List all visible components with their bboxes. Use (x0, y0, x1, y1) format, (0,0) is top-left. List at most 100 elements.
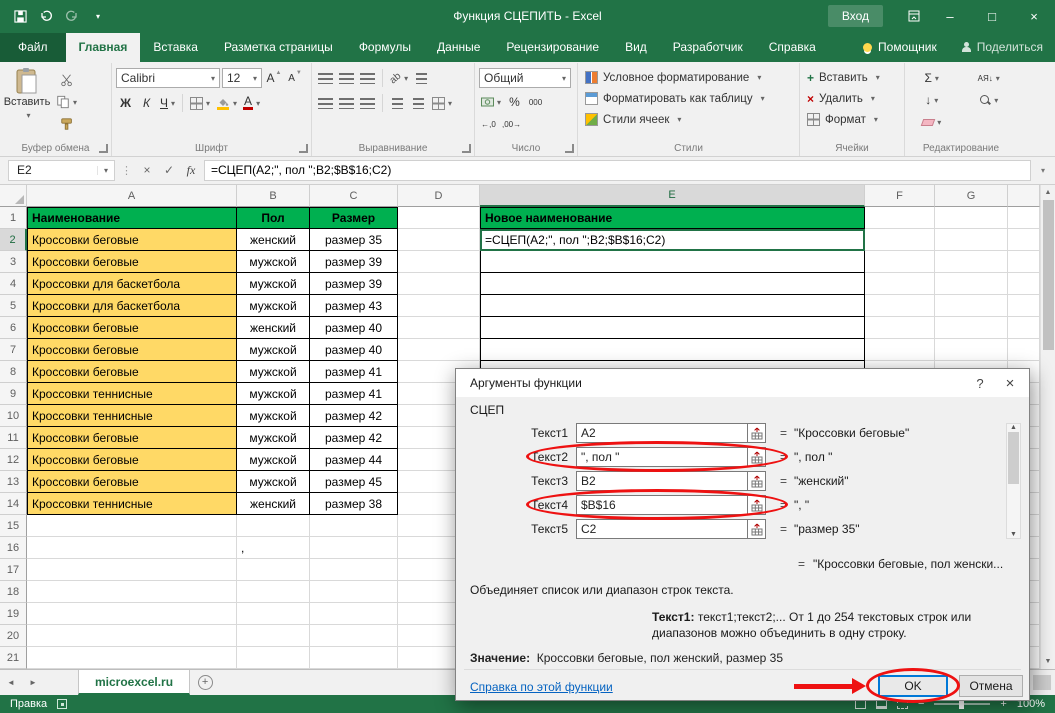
cell-B10[interactable]: мужской (237, 405, 310, 427)
cell-A13[interactable]: Кроссовки беговые (27, 471, 237, 493)
cell-B21[interactable] (237, 647, 310, 669)
number-dialog-launcher[interactable] (565, 144, 574, 153)
cell-B17[interactable] (237, 559, 310, 581)
cell-B18[interactable] (237, 581, 310, 603)
autosum-button[interactable]: Σ▾ (909, 68, 954, 88)
cell-H4[interactable] (1008, 273, 1040, 295)
arg-input-tekst4[interactable]: $B$16 (576, 495, 748, 515)
cell-F2[interactable] (865, 229, 935, 251)
cell-E6[interactable] (480, 317, 865, 339)
align-left-button[interactable] (316, 93, 335, 113)
row-header-11[interactable]: 11 (0, 427, 27, 449)
sheet-prev-button[interactable]: ◄ (0, 670, 22, 695)
scroll-up-icon[interactable]: ▲ (1041, 185, 1055, 200)
tab-review[interactable]: Рецензирование (493, 33, 612, 62)
font-size-combo[interactable]: 12▾ (222, 68, 262, 88)
cell-B8[interactable]: мужской (237, 361, 310, 383)
new-sheet-button[interactable]: + (190, 670, 220, 695)
row-header-16[interactable]: 16 (0, 537, 27, 559)
copy-button[interactable]: ▾ (54, 92, 79, 112)
vertical-scroll-thumb[interactable] (1043, 200, 1054, 350)
cell-G7[interactable] (935, 339, 1008, 361)
range-select-button[interactable] (748, 447, 766, 467)
cell-A10[interactable]: Кроссовки теннисные (27, 405, 237, 427)
cell-E5[interactable] (480, 295, 865, 317)
cancel-entry-button[interactable]: × (138, 163, 156, 177)
cell-E3[interactable] (480, 251, 865, 273)
cell-H1[interactable] (1008, 207, 1040, 229)
row-header-12[interactable]: 12 (0, 449, 27, 471)
dialog-scrollbar[interactable]: ▲ ▼ (1006, 423, 1021, 539)
insert-cells-button[interactable]: +Вставить▾ (804, 67, 900, 88)
merge-center-button[interactable]: ▾ (430, 93, 454, 113)
sheet-next-button[interactable]: ► (22, 670, 44, 695)
function-help-link[interactable]: Справка по этой функции (470, 680, 613, 694)
cell-A1[interactable]: Наименование (27, 207, 237, 229)
range-select-button[interactable] (748, 495, 766, 515)
format-as-table-button[interactable]: Форматировать как таблицу▾ (582, 88, 795, 109)
range-select-button[interactable] (748, 423, 766, 443)
row-header-21[interactable]: 21 (0, 647, 27, 669)
cell-C18[interactable] (310, 581, 398, 603)
ribbon-display-options-button[interactable] (899, 0, 929, 32)
row-header-9[interactable]: 9 (0, 383, 27, 405)
cut-button[interactable] (54, 70, 79, 90)
dialog-help-button[interactable]: ? (965, 371, 995, 395)
font-color-button[interactable]: А▾ (241, 93, 262, 113)
column-header-D[interactable]: D (398, 185, 480, 207)
column-header-A[interactable]: A (27, 185, 237, 207)
dialog-close-button[interactable]: × (995, 371, 1025, 395)
row-header-5[interactable]: 5 (0, 295, 27, 317)
arg-input-tekst3[interactable]: B2 (576, 471, 748, 491)
cell-B20[interactable] (237, 625, 310, 647)
minimize-button[interactable]: – (929, 0, 971, 32)
cell-H7[interactable] (1008, 339, 1040, 361)
accounting-format-button[interactable]: ▾ (479, 92, 503, 112)
cell-B15[interactable] (237, 515, 310, 537)
select-all-button[interactable] (0, 185, 27, 207)
row-header-15[interactable]: 15 (0, 515, 27, 537)
tab-file[interactable]: Файл (0, 33, 66, 62)
align-right-button[interactable] (358, 93, 377, 113)
cell-C2[interactable]: размер 35 (310, 229, 398, 251)
cell-B6[interactable]: женский (237, 317, 310, 339)
column-header-B[interactable]: B (237, 185, 310, 207)
cell-B11[interactable]: мужской (237, 427, 310, 449)
cell-D2[interactable] (398, 229, 480, 251)
clipboard-dialog-launcher[interactable] (99, 144, 108, 153)
row-header-13[interactable]: 13 (0, 471, 27, 493)
wrap-text-button[interactable] (412, 68, 431, 88)
sort-filter-button[interactable]: АЯ↓▾ (964, 68, 1013, 88)
font-name-combo[interactable]: Calibri▾ (116, 68, 220, 88)
row-header-19[interactable]: 19 (0, 603, 27, 625)
cell-C14[interactable]: размер 38 (310, 493, 398, 515)
cell-G5[interactable] (935, 295, 1008, 317)
cell-B7[interactable]: мужской (237, 339, 310, 361)
cell-A17[interactable] (27, 559, 237, 581)
cell-E2[interactable]: =СЦЕП(A2;", пол ";B2;$B$16;C2) (480, 229, 865, 251)
row-header-17[interactable]: 17 (0, 559, 27, 581)
tab-data[interactable]: Данные (424, 33, 493, 62)
cell-A19[interactable] (27, 603, 237, 625)
tell-me-button[interactable]: Помощник (851, 33, 949, 62)
formula-bar-expand-icon[interactable]: ▾ (1035, 166, 1051, 175)
cell-H5[interactable] (1008, 295, 1040, 317)
decrease-indent-button[interactable] (388, 93, 407, 113)
name-box[interactable]: E2 ▾ (8, 160, 115, 181)
cell-G4[interactable] (935, 273, 1008, 295)
row-header-2[interactable]: 2 (0, 229, 27, 251)
borders-button[interactable]: ▾ (188, 93, 212, 113)
formula-input[interactable]: =СЦЕП(A2;", пол ";B2;$B$16;C2) (204, 160, 1031, 181)
cell-C1[interactable]: Размер (310, 207, 398, 229)
ok-button[interactable]: OK (878, 675, 948, 697)
cell-G2[interactable] (935, 229, 1008, 251)
cell-B2[interactable]: женский (237, 229, 310, 251)
tab-view[interactable]: Вид (612, 33, 660, 62)
delete-cells-button[interactable]: ×Удалить▾ (804, 88, 900, 109)
row-header-14[interactable]: 14 (0, 493, 27, 515)
cell-B16[interactable]: , (237, 537, 310, 559)
cell-C19[interactable] (310, 603, 398, 625)
cell-B19[interactable] (237, 603, 310, 625)
cell-A11[interactable]: Кроссовки беговые (27, 427, 237, 449)
cell-styles-button[interactable]: Стили ячеек▾ (582, 109, 795, 130)
